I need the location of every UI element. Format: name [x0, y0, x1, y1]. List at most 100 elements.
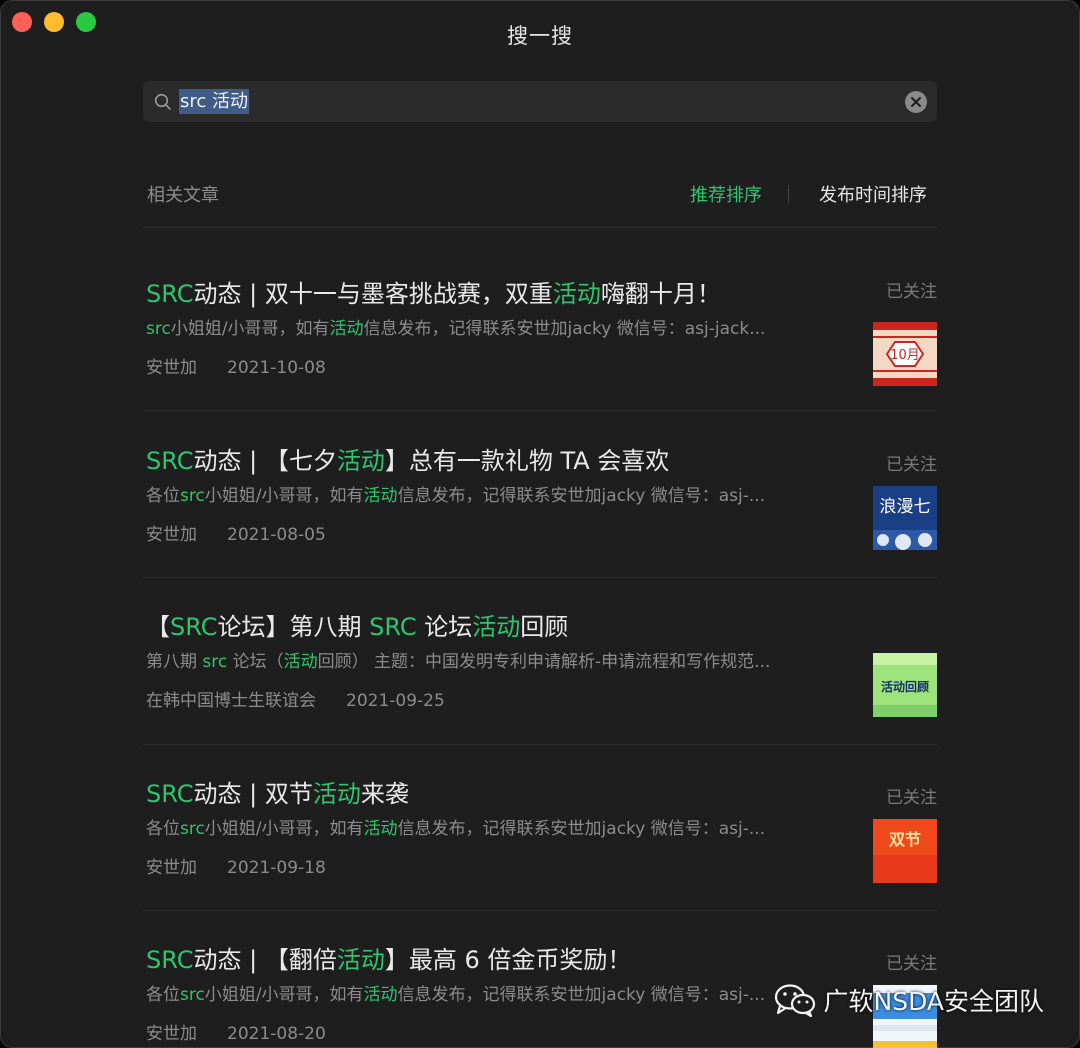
- article-meta: 安世加 2021-08-05: [146, 523, 326, 547]
- search-icon: [154, 93, 171, 110]
- text-segment: 动态 | 【翻倍: [193, 946, 337, 974]
- thumbnail-text: 活动回顾: [881, 679, 929, 694]
- article-title[interactable]: 【SRC论坛】第八期 SRC 论坛活动回顾: [146, 610, 866, 644]
- text-segment: 各位: [146, 486, 180, 506]
- text-segment: 论坛】第八期: [217, 613, 370, 641]
- keyword-highlight: 活动: [283, 652, 318, 672]
- keyword-highlight: 活动: [363, 985, 398, 1005]
- divider: [143, 410, 937, 411]
- article-snippet: 各位src小姐姐/小哥哥，如有活动信息发布，记得联系安世加jacky 微信号：a…: [146, 484, 856, 508]
- divider: [143, 577, 937, 578]
- article-snippet: 各位src小姐姐/小哥哥，如有活动信息发布，记得联系安世加jacky 微信号：a…: [146, 983, 856, 1007]
- article-item[interactable]: SRC动态 | 双十一与墨客挑战赛，双重活动嗨翻十月！ src小姐姐/小哥哥，如…: [146, 277, 937, 427]
- text-segment: 信息发布，记得联系安世加jacky 微信号：asj-jack...: [363, 319, 766, 339]
- thumbnail-text: 10月: [890, 348, 920, 363]
- article-thumbnail[interactable]: 活动回顾: [873, 653, 937, 717]
- text-segment: 】最高 6 倍金币奖励！: [384, 946, 632, 974]
- text-segment: 信息发布，记得联系安世加jacky 微信号：asj-...: [397, 819, 766, 839]
- article-title[interactable]: SRC动态 | 【翻倍活动】最高 6 倍金币奖励！: [146, 943, 866, 977]
- text-segment: 来袭: [360, 780, 409, 808]
- thumbnail-text: 双节: [889, 830, 921, 849]
- keyword-highlight: src: [180, 486, 205, 506]
- keyword-highlight: 活动: [472, 613, 521, 641]
- text-segment: 小姐姐/小哥哥，如有: [204, 819, 364, 839]
- follow-status: 已关注: [886, 954, 937, 974]
- close-icon: [911, 97, 921, 107]
- article-date: 2021-08-20: [227, 1024, 326, 1044]
- keyword-highlight: 活动: [329, 319, 364, 339]
- divider: [143, 910, 937, 911]
- text-segment: 第八期: [146, 652, 203, 672]
- keyword-highlight: 活动: [363, 819, 398, 839]
- wechat-icon: [774, 984, 815, 1017]
- watermark-text: 广软NSDA安全团队: [823, 987, 1044, 1016]
- text-segment: 回顾: [520, 613, 569, 641]
- article-date: 2021-08-05: [227, 525, 326, 545]
- article-date: 2021-09-18: [227, 858, 326, 878]
- keyword-highlight: SRC: [146, 280, 194, 308]
- text-segment: 论坛（: [227, 652, 284, 672]
- article-thumbnail[interactable]: 10月: [873, 322, 937, 386]
- article-source[interactable]: 安世加: [146, 1024, 197, 1044]
- article-meta: 安世加 2021-08-20: [146, 1022, 326, 1046]
- text-segment: 嗨翻十月！: [600, 280, 721, 308]
- text-segment: 小姐姐/小哥哥，如有: [204, 985, 364, 1005]
- article-meta: 安世加 2021-10-08: [146, 356, 326, 380]
- keyword-highlight: 活动: [336, 946, 385, 974]
- keyword-highlight: 活动: [312, 780, 361, 808]
- article-source[interactable]: 安世加: [146, 858, 197, 878]
- article-thumbnail[interactable]: 浪漫七: [873, 486, 937, 550]
- article-source[interactable]: 在韩中国博士生联谊会: [146, 691, 316, 711]
- text-segment: 论坛: [416, 613, 473, 641]
- keyword-highlight: 活动: [336, 447, 385, 475]
- window-title: 搜一搜: [507, 24, 573, 48]
- text-segment: 小姐姐/小哥哥，如有: [204, 486, 364, 506]
- keyword-highlight: SRC: [146, 447, 194, 475]
- article-date: 2021-09-25: [346, 691, 445, 711]
- article-snippet: 各位src小姐姐/小哥哥，如有活动信息发布，记得联系安世加jacky 微信号：a…: [146, 817, 856, 841]
- sort-recommend-tab[interactable]: 推荐排序: [690, 181, 762, 207]
- section-label: 相关文章: [147, 185, 219, 206]
- watermark: 广软NSDA安全团队: [774, 978, 1044, 1022]
- thumbnail-text: 浪漫七: [880, 497, 931, 517]
- keyword-highlight: 活动: [363, 486, 398, 506]
- sort-time-tab[interactable]: 发布时间排序: [819, 181, 927, 207]
- text-segment: 信息发布，记得联系安世加jacky 微信号：asj-...: [397, 486, 766, 506]
- text-segment: 动态 | 双节: [193, 780, 313, 808]
- keyword-highlight: 活动: [552, 280, 601, 308]
- search-bar[interactable]: src 活动: [143, 81, 937, 122]
- article-thumbnail[interactable]: 双节: [873, 819, 937, 883]
- article-title[interactable]: SRC动态 | 双十一与墨客挑战赛，双重活动嗨翻十月！: [146, 277, 866, 311]
- article-date: 2021-10-08: [227, 358, 326, 378]
- text-segment: 回顾） 主题：中国发明专利申请解析-申请流程和写作规范...: [317, 652, 771, 672]
- text-segment: 动态 | 【七夕: [193, 447, 337, 475]
- text-segment: 【: [146, 613, 170, 641]
- follow-status: 已关注: [886, 788, 937, 808]
- article-meta: 在韩中国博士生联谊会 2021-09-25: [146, 689, 445, 713]
- keyword-highlight: SRC: [146, 780, 194, 808]
- text-segment: 各位: [146, 985, 180, 1005]
- clear-search-button[interactable]: [905, 91, 927, 113]
- article-item[interactable]: SRC动态 | 双节活动来袭 各位src小姐姐/小哥哥，如有活动信息发布，记得联…: [146, 777, 937, 927]
- divider: [143, 744, 937, 745]
- text-segment: 信息发布，记得联系安世加jacky 微信号：asj-...: [397, 985, 766, 1005]
- article-title[interactable]: SRC动态 | 【七夕活动】总有一款礼物 TA 会喜欢: [146, 444, 866, 478]
- article-meta: 安世加 2021-09-18: [146, 856, 326, 880]
- article-source[interactable]: 安世加: [146, 525, 197, 545]
- article-title[interactable]: SRC动态 | 双节活动来袭: [146, 777, 866, 811]
- article-item[interactable]: 【SRC论坛】第八期 SRC 论坛活动回顾 第八期 src 论坛（活动回顾） 主…: [146, 610, 937, 760]
- divider: [143, 227, 937, 228]
- keyword-highlight: SRC: [369, 613, 417, 641]
- text-segment: 】总有一款礼物 TA 会喜欢: [384, 447, 670, 475]
- search-input[interactable]: src 活动: [179, 89, 250, 114]
- follow-status: 已关注: [886, 455, 937, 475]
- keyword-highlight: src: [180, 985, 205, 1005]
- article-item[interactable]: SRC动态 | 【七夕活动】总有一款礼物 TA 会喜欢 各位src小姐姐/小哥哥…: [146, 444, 937, 594]
- article-snippet: 第八期 src 论坛（活动回顾） 主题：中国发明专利申请解析-申请流程和写作规范…: [146, 650, 856, 674]
- article-snippet: src小姐姐/小哥哥，如有活动信息发布，记得联系安世加jacky 微信号：asj…: [146, 317, 856, 341]
- keyword-highlight: SRC: [146, 946, 194, 974]
- keyword-highlight: src: [202, 652, 228, 672]
- article-source[interactable]: 安世加: [146, 358, 197, 378]
- text-segment: 动态 | 双十一与墨客挑战赛，双重: [193, 280, 553, 308]
- results-header: 相关文章 推荐排序 发布时间排序: [147, 181, 927, 209]
